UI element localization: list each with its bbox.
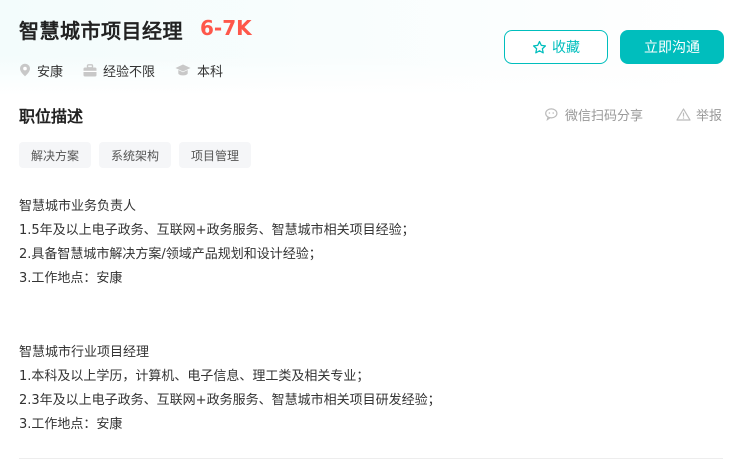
chat-now-button[interactable]: 立即沟通 [620,30,724,64]
report-label: 举报 [696,109,723,124]
education-info: 本科 [175,61,223,80]
location-info: 安康 [19,61,63,80]
experience-info: 经验不限 [83,61,155,80]
description-line: 2.具备智慧城市解决方案/领域产品规划和设计经验； [19,247,322,262]
job-description: 智慧城市业务负责人 1.5年及以上电子政务、互联网+政务服务、智慧城市相关项目经… [19,195,719,437]
collect-button[interactable]: 收藏 [504,30,608,64]
briefcase-icon [83,63,97,76]
skill-tags: 解决方案 系统架构 项目管理 [19,142,259,168]
description-line: 3.工作地点：安康 [19,417,123,432]
chat-now-label: 立即沟通 [644,40,700,56]
education-text: 本科 [197,64,224,80]
description-line: 智慧城市行业项目经理 [19,345,150,360]
job-title: 智慧城市项目经理 [19,19,183,43]
star-icon [532,40,547,53]
share-label: 微信扫码分享 [565,109,644,124]
description-line: 1.本科及以上学历，计算机、电子信息、理工类及相关专业； [19,369,370,384]
tag: 系统架构 [99,142,172,168]
salary: 6-7K [200,16,252,40]
report-link[interactable]: 举报 [676,105,722,124]
location-icon [20,63,30,77]
section-title: 职位描述 [19,107,84,126]
tag: 解决方案 [19,142,92,168]
tag: 项目管理 [179,142,252,168]
experience-text: 经验不限 [103,64,156,80]
wechat-share-link[interactable]: 微信扫码分享 [545,105,643,124]
description-line: 智慧城市业务负责人 [19,199,137,214]
job-info-row: 安康 经验不限 本科 [19,60,243,80]
description-line: 2.3年及以上电子政务、互联网+政务服务、智慧城市相关项目研发经验； [19,393,441,408]
warning-icon [676,108,691,121]
graduation-cap-icon [175,64,191,76]
section-divider [19,458,723,459]
collect-label: 收藏 [552,40,580,56]
wechat-icon [545,108,558,121]
description-line: 1.5年及以上电子政务、互联网+政务服务、智慧城市相关项目经验； [19,223,415,238]
location-text: 安康 [37,64,64,80]
description-line: 3.工作地点：安康 [19,271,123,286]
